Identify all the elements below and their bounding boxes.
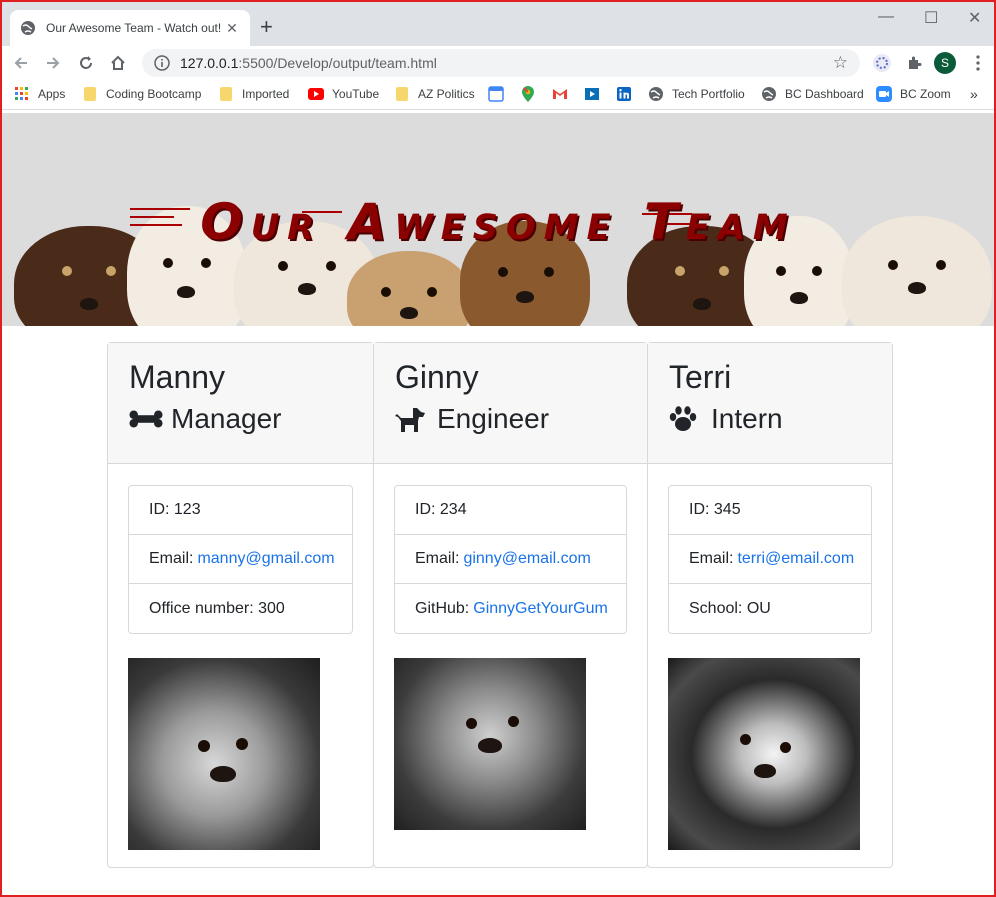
bookmark-coding-bootcamp[interactable]: Coding Bootcamp: [82, 86, 201, 102]
video-icon: [584, 86, 600, 102]
tab-strip: Our Awesome Team - Watch out! ✕ + — ☐ ✕: [2, 2, 994, 46]
employee-name: Manny: [129, 359, 226, 395]
employee-role: Manager: [171, 403, 282, 434]
employee-photo: [668, 658, 860, 850]
globe-icon: [761, 86, 777, 102]
gmail-icon: [552, 86, 568, 102]
employee-role: Engineer: [437, 403, 550, 434]
apps-grid-icon: [14, 86, 30, 102]
employee-id: ID: 123: [129, 486, 352, 535]
banner-title: Our Awesome Team: [200, 193, 796, 251]
paw-icon: [669, 406, 703, 432]
bone-icon: [129, 406, 163, 432]
youtube-icon: [308, 86, 324, 102]
bookmark-video[interactable]: [584, 86, 608, 102]
employee-photo: [394, 658, 586, 830]
more-bookmarks-icon[interactable]: »: [970, 86, 978, 102]
employee-card: Manny Manager ID: 123 Email: manny@gmail.…: [107, 342, 374, 868]
browser-toolbar: 127.0.0.1:5500/Develop/output/team.html …: [2, 46, 994, 80]
employee-email: Email: manny@gmail.com: [129, 535, 352, 584]
bookmark-star-icon[interactable]: ☆: [833, 53, 848, 73]
github-link[interactable]: GinnyGetYourGum: [473, 600, 608, 618]
email-link[interactable]: manny@gmail.com: [197, 550, 334, 568]
employee-email: Email: terri@email.com: [669, 535, 871, 584]
email-link[interactable]: ginny@email.com: [463, 550, 590, 568]
close-tab-icon[interactable]: ✕: [224, 20, 240, 37]
globe-icon: [648, 86, 664, 102]
employee-school: School: OU: [689, 599, 771, 617]
puzzle-icon[interactable]: [902, 51, 926, 75]
employee-office-number: Office number: 300: [149, 599, 285, 617]
employee-name: Terri: [669, 359, 732, 395]
employee-id: ID: 345: [669, 486, 871, 535]
bookmark-bc-zoom[interactable]: BC Zoom: [876, 86, 951, 102]
calendar-icon: [488, 86, 504, 102]
home-icon[interactable]: [107, 52, 129, 74]
dog-icon: [395, 406, 429, 432]
address-bar[interactable]: 127.0.0.1:5500/Develop/output/team.html …: [142, 49, 860, 77]
profile-avatar[interactable]: S: [934, 52, 956, 74]
forward-icon[interactable]: [42, 52, 64, 74]
email-link[interactable]: terri@email.com: [737, 550, 854, 568]
bookmark-apps[interactable]: Apps: [14, 86, 65, 102]
bookmark-tech-portfolio[interactable]: Tech Portfolio: [648, 86, 745, 102]
info-list: ID: 234 Email: ginny@email.com GitHub: Gin…: [394, 485, 627, 634]
employee-role: Intern: [711, 403, 783, 434]
employee-name: Ginny: [395, 359, 479, 395]
info-list: ID: 123 Email: manny@gmail.com Office num…: [128, 485, 353, 634]
tab-title: Our Awesome Team - Watch out!: [46, 21, 222, 35]
card-header: Terri Intern: [648, 343, 892, 464]
folder-icon: [218, 86, 234, 102]
employee-github: GitHub: GinnyGetYourGum: [415, 599, 608, 618]
globe-icon: [21, 21, 35, 35]
team-cards: Manny Manager ID: 123 Email: manny@gmail.…: [107, 342, 893, 868]
url-text: 127.0.0.1:5500/Develop/output/team.html: [180, 55, 437, 71]
employee-photo: [128, 658, 320, 850]
folder-icon: [394, 86, 410, 102]
folder-icon: [82, 86, 98, 102]
bookmark-maps[interactable]: [520, 86, 544, 102]
extension-icon[interactable]: [870, 51, 894, 75]
back-icon[interactable]: [10, 52, 32, 74]
maximize-icon[interactable]: ☐: [924, 8, 938, 28]
card-header: Ginny Engineer: [374, 343, 647, 464]
bookmark-imported[interactable]: Imported: [218, 86, 289, 102]
bookmark-youtube[interactable]: YouTube: [308, 86, 379, 102]
employee-email: Email: ginny@email.com: [395, 535, 626, 584]
linkedin-icon: [616, 86, 632, 102]
employee-card: Terri Intern ID: 345 Email: terri@email.c…: [647, 342, 893, 868]
map-pin-icon: [520, 86, 536, 102]
bookmark-linkedin[interactable]: [616, 86, 640, 102]
info-icon[interactable]: [154, 55, 170, 71]
minimize-icon[interactable]: —: [878, 8, 894, 26]
employee-id: ID: 234: [395, 486, 626, 535]
bookmark-az-politics[interactable]: AZ Politics: [394, 86, 475, 102]
zoom-icon: [876, 86, 892, 102]
browser-tab[interactable]: Our Awesome Team - Watch out! ✕: [10, 10, 250, 46]
employee-card: Ginny Engineer ID: 234 Email: ginny@email…: [373, 342, 648, 868]
card-header: Manny Manager: [108, 343, 373, 464]
bookmark-bc-dashboard[interactable]: BC Dashboard: [761, 86, 864, 102]
puppy-image: [347, 251, 472, 326]
bookmark-gmail[interactable]: [552, 86, 576, 102]
close-window-icon[interactable]: ✕: [968, 8, 981, 28]
reload-icon[interactable]: [75, 52, 97, 74]
team-banner: Our Awesome Team: [2, 113, 994, 326]
bookmarks-bar: Apps Coding Bootcamp Imported YouTube AZ…: [2, 80, 994, 110]
menu-dots-icon[interactable]: [966, 51, 990, 75]
info-list: ID: 345 Email: terri@email.com School: OU: [668, 485, 872, 634]
new-tab-icon[interactable]: +: [260, 16, 273, 38]
bookmark-calendar[interactable]: [488, 86, 512, 102]
